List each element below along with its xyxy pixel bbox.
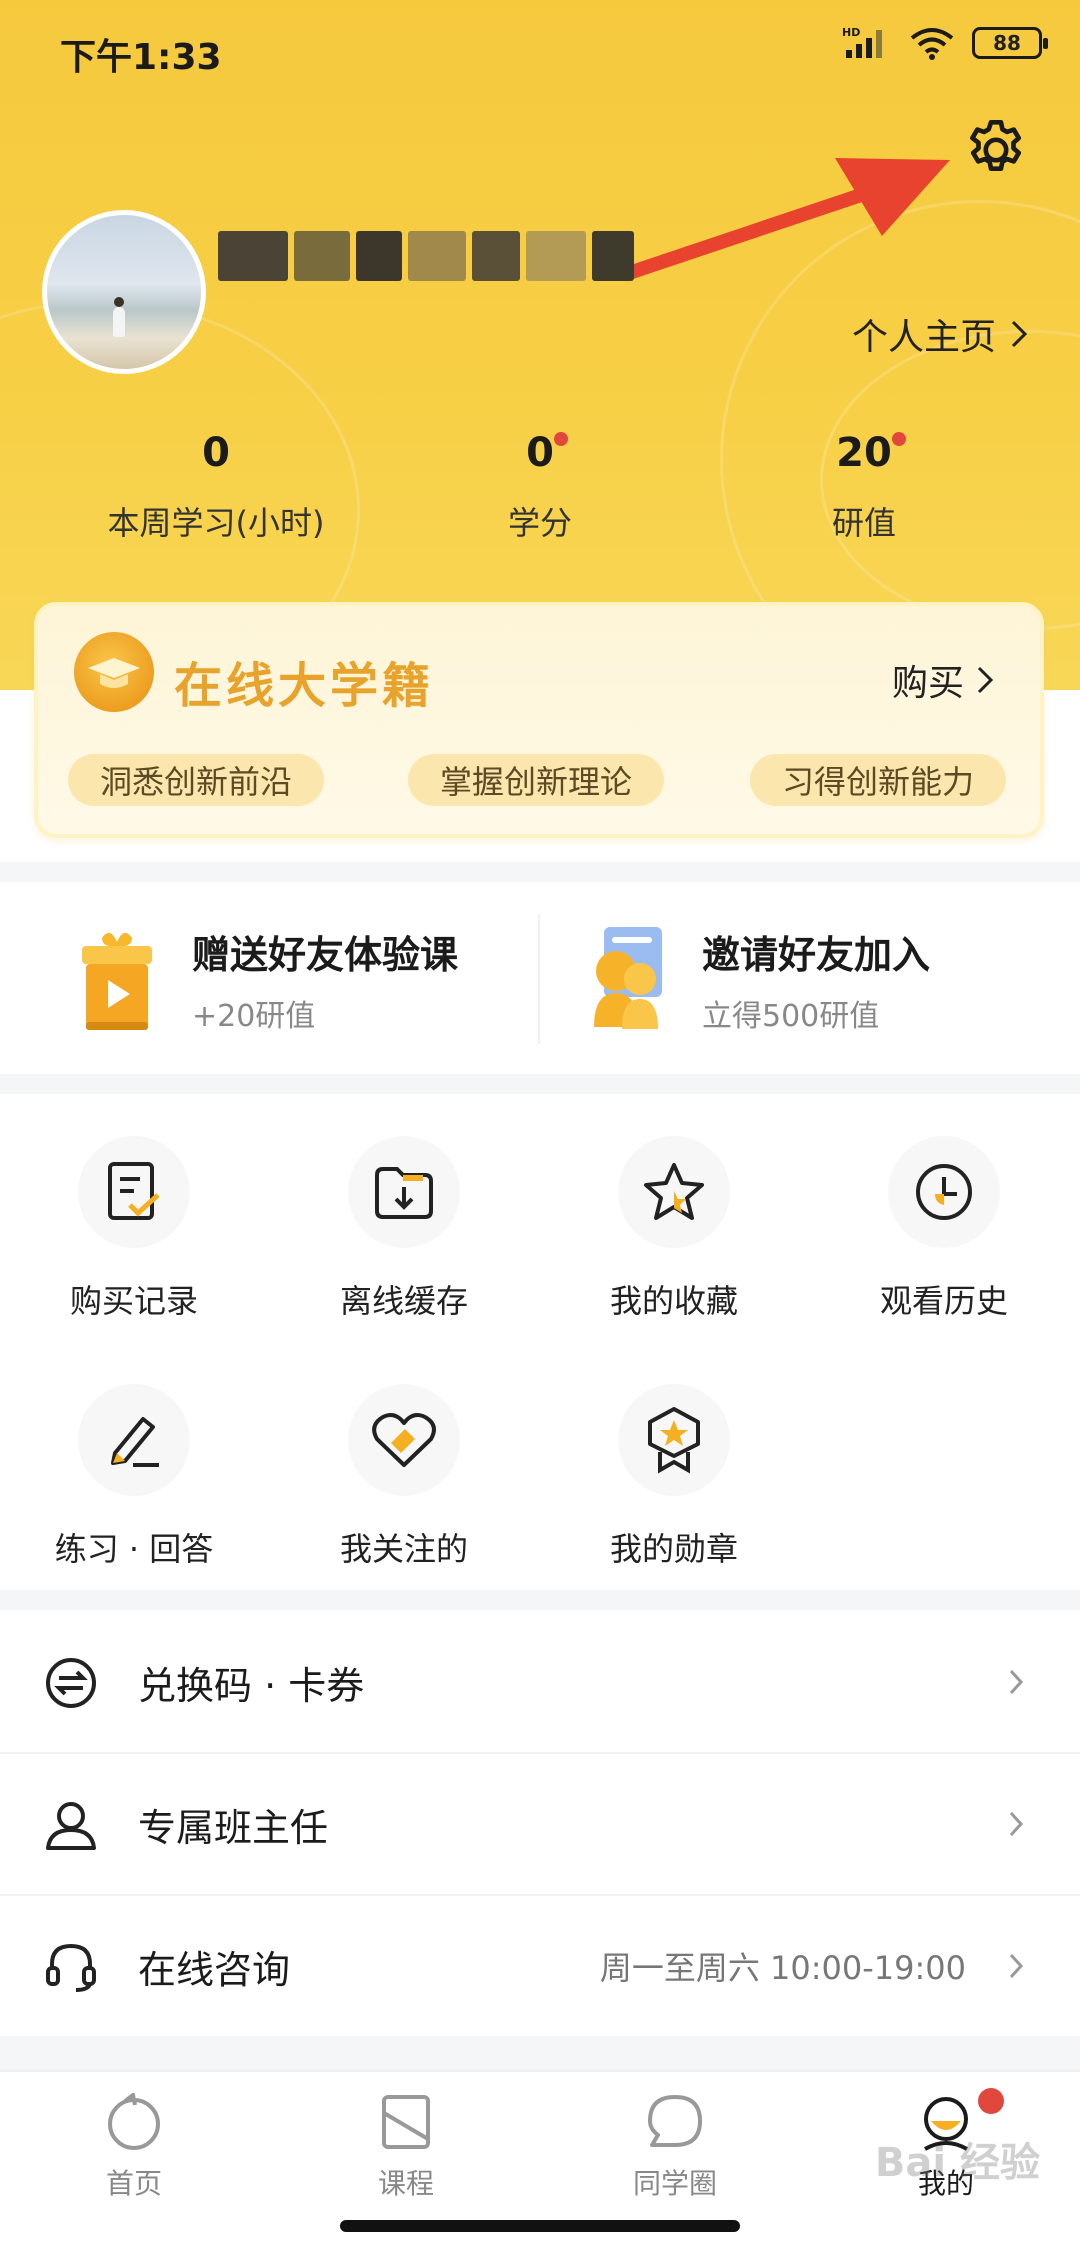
stat-label: 研值 bbox=[831, 504, 896, 542]
notification-dot bbox=[978, 2088, 1004, 2114]
gift-icon bbox=[82, 932, 152, 1030]
grid-label: 观看历史 bbox=[879, 1282, 1008, 1320]
svg-text:HD: HD bbox=[842, 26, 860, 39]
chevron-right-icon bbox=[1009, 1669, 1024, 1695]
stat-research-value[interactable]: 20 研值 bbox=[714, 430, 1014, 544]
buy-button[interactable]: 购买 bbox=[892, 654, 994, 706]
nav-item-courses[interactable]: 课程 bbox=[306, 2092, 506, 2202]
gift-trial-course[interactable]: 赠送好友体验课 +20研值 bbox=[80, 884, 458, 1074]
homepage-link-label: 个人主页 bbox=[851, 317, 996, 358]
membership-tag: 洞悉创新前沿 bbox=[68, 754, 325, 806]
membership-tag: 习得创新能力 bbox=[750, 754, 1007, 806]
medal-icon bbox=[618, 1384, 730, 1496]
invite-subtitle: 立得500研值 bbox=[702, 998, 880, 1034]
grid-item-purchase-records[interactable]: 购买记录 bbox=[24, 1136, 244, 1322]
annotation-arrow bbox=[625, 158, 950, 279]
pencil-icon bbox=[78, 1384, 190, 1496]
section-separator bbox=[0, 1074, 1080, 1094]
gear-icon bbox=[970, 119, 1022, 171]
avatar[interactable] bbox=[42, 210, 206, 374]
stat-credits[interactable]: 0 学分 bbox=[390, 430, 690, 544]
status-icons: HD 88 bbox=[842, 26, 1048, 60]
membership-card[interactable]: 在线大学籍 购买 洞悉创新前沿 掌握创新理论 习得创新能力 bbox=[34, 602, 1044, 838]
grid-label: 离线缓存 bbox=[339, 1282, 468, 1320]
headset-icon bbox=[46, 1943, 96, 1992]
invite-subtitle: +20研值 bbox=[192, 998, 316, 1034]
section-separator bbox=[0, 2036, 1080, 2070]
nav-label: 课程 bbox=[377, 2167, 434, 2200]
section-separator bbox=[0, 862, 1080, 882]
list-row-label: 兑换码 · 卡券 bbox=[138, 1663, 365, 1708]
stat-value: 20 bbox=[836, 430, 906, 476]
membership-title: 在线大学籍 bbox=[174, 658, 435, 714]
heart-tag-icon bbox=[348, 1384, 460, 1496]
username-redacted bbox=[218, 228, 634, 284]
home-icon bbox=[104, 2092, 164, 2152]
status-bar: 下午1:33 HD 88 bbox=[0, 0, 1080, 100]
grid-item-medals[interactable]: 我的勋章 bbox=[564, 1384, 784, 1570]
chat-icon bbox=[645, 2092, 705, 2152]
homepage-link[interactable]: 个人主页 bbox=[852, 308, 1028, 360]
chevron-right-icon bbox=[1011, 320, 1028, 348]
list-row-online-consult[interactable]: 在线咨询 周一至周六 10:00-19:00 bbox=[0, 1896, 1080, 2036]
chevron-right-icon bbox=[1009, 1953, 1024, 1979]
stat-label: 本周学习(小时) bbox=[107, 504, 325, 542]
list-row-label: 在线咨询 bbox=[138, 1947, 291, 1992]
battery-indicator: 88 bbox=[972, 27, 1048, 59]
star-icon bbox=[618, 1136, 730, 1248]
invite-section: 赠送好友体验课 +20研值 邀请好友加入 立得500研值 bbox=[0, 884, 1080, 1074]
nav-label: 首页 bbox=[105, 2167, 162, 2200]
settings-button[interactable] bbox=[958, 112, 1034, 188]
home-indicator[interactable] bbox=[340, 2220, 740, 2232]
cellular-signal-icon: HD bbox=[842, 26, 882, 58]
invite-friends[interactable]: 邀请好友加入 立得500研值 bbox=[590, 884, 930, 1074]
offline-cache-icon bbox=[348, 1136, 460, 1248]
stat-value: 0 bbox=[202, 430, 230, 476]
stat-value: 0 bbox=[526, 430, 568, 476]
list-row-redeem-code[interactable]: 兑换码 · 卡券 bbox=[0, 1612, 1080, 1752]
invite-icon bbox=[594, 927, 662, 1029]
course-icon bbox=[376, 2092, 436, 2152]
list-row-label: 专属班主任 bbox=[138, 1805, 329, 1850]
avatar-figure-head bbox=[114, 297, 124, 307]
purchase-record-icon bbox=[78, 1136, 190, 1248]
avatar-figure bbox=[113, 307, 125, 337]
nav-item-classmates[interactable]: 同学圈 bbox=[575, 2092, 775, 2202]
notification-dot bbox=[891, 432, 906, 446]
chevron-right-icon bbox=[1009, 1811, 1024, 1837]
nav-item-home[interactable]: 首页 bbox=[34, 2092, 234, 2202]
status-time: 下午1:33 bbox=[60, 37, 222, 78]
person-icon bbox=[46, 1802, 96, 1850]
membership-tag: 掌握创新理论 bbox=[408, 754, 665, 806]
grid-label: 我的勋章 bbox=[609, 1530, 738, 1568]
grid-label: 我关注的 bbox=[339, 1530, 468, 1568]
wifi-icon bbox=[910, 28, 954, 60]
buy-label: 购买 bbox=[891, 663, 964, 704]
grid-label: 我的收藏 bbox=[609, 1282, 738, 1320]
notification-dot bbox=[553, 432, 568, 446]
grid-item-watch-history[interactable]: 观看历史 bbox=[834, 1136, 1054, 1322]
watermark: Bai 经验 bbox=[874, 2140, 1040, 2186]
section-separator bbox=[0, 1590, 1080, 1610]
grid-item-following[interactable]: 我关注的 bbox=[294, 1384, 514, 1570]
grid-item-practice-answers[interactable]: 练习 · 回答 bbox=[24, 1384, 244, 1570]
invite-title: 邀请好友加入 bbox=[702, 932, 931, 977]
nav-label: 同学圈 bbox=[632, 2167, 717, 2200]
graduation-cap-icon bbox=[74, 632, 154, 712]
list-row-class-teacher[interactable]: 专属班主任 bbox=[0, 1754, 1080, 1894]
profile-header: 下午1:33 HD 88 个人主页 0 本周学习(小时) 0 学分 20 研值 bbox=[0, 0, 1080, 690]
clock-icon bbox=[888, 1136, 1000, 1248]
stat-weekly-hours[interactable]: 0 本周学习(小时) bbox=[66, 430, 366, 544]
invite-title: 赠送好友体验课 bbox=[192, 932, 459, 977]
chevron-right-icon bbox=[977, 666, 994, 694]
exchange-icon bbox=[46, 1658, 96, 1708]
grid-label: 练习 · 回答 bbox=[54, 1530, 214, 1568]
grid-item-favorites[interactable]: 我的收藏 bbox=[564, 1136, 784, 1322]
stat-label: 学分 bbox=[507, 504, 572, 542]
grid-item-offline-cache[interactable]: 离线缓存 bbox=[294, 1136, 514, 1322]
consult-hours: 周一至周六 10:00-19:00 bbox=[599, 1949, 966, 1987]
grid-label: 购买记录 bbox=[69, 1282, 198, 1320]
divider bbox=[538, 914, 540, 1044]
